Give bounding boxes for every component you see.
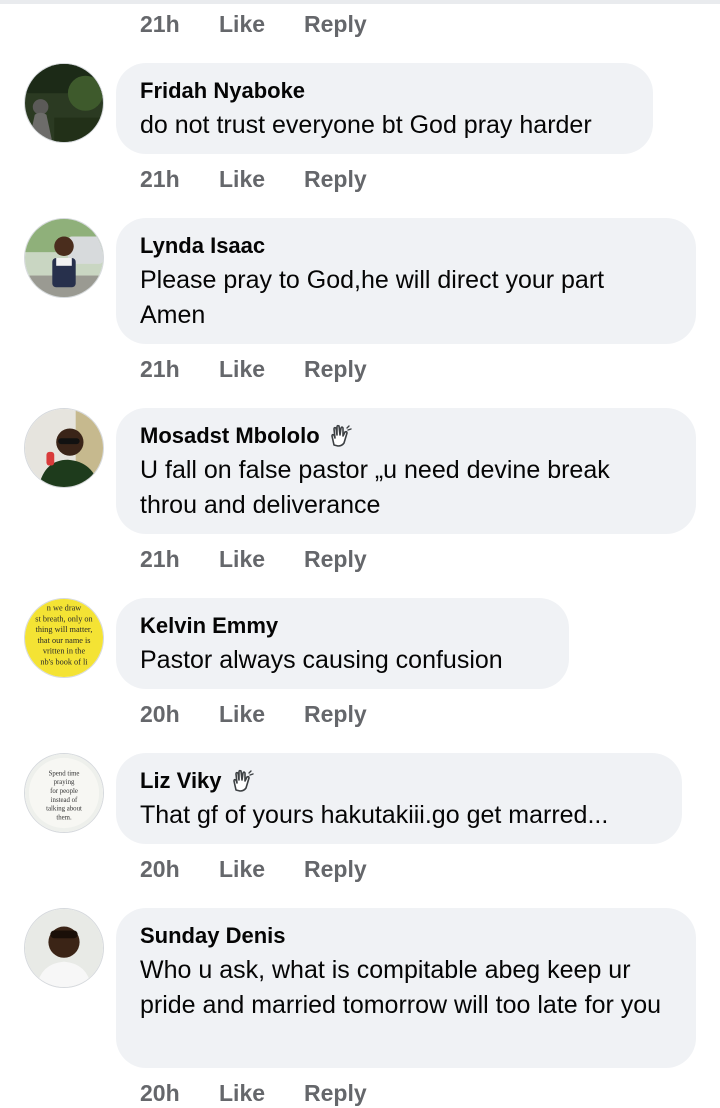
- like-button[interactable]: Like: [219, 701, 304, 728]
- commenter-name[interactable]: Kelvin Emmy: [140, 611, 545, 641]
- avatar-quote-line: thing will matter,: [36, 625, 93, 634]
- photo-silhouette-icon: [25, 64, 103, 142]
- comment-text: Who u ask, what is compitable abeg keep …: [140, 956, 662, 1019]
- avatar-quote-line: instead of: [51, 797, 78, 804]
- comment-text: do not trust everyone bt God pray harder: [140, 111, 592, 139]
- reply-button[interactable]: Reply: [304, 356, 367, 383]
- quote-card-icon: n we draw st breath, only on thing will …: [25, 599, 103, 677]
- reply-button[interactable]: Reply: [304, 166, 367, 193]
- like-button[interactable]: Like: [219, 166, 304, 193]
- avatar[interactable]: n we draw st breath, only on thing will …: [24, 598, 104, 678]
- comment-bubble: Liz Viky That gf of yours hakutakiii.go …: [116, 753, 682, 844]
- comment-meta-row: 20h Like Reply: [140, 854, 367, 884]
- commenter-name[interactable]: Liz Viky: [140, 766, 658, 796]
- like-button[interactable]: Like: [219, 856, 304, 883]
- like-button[interactable]: Like: [219, 11, 304, 38]
- avatar[interactable]: [24, 908, 104, 988]
- comment-meta-row: 21h Like Reply: [140, 544, 367, 574]
- avatar[interactable]: Spend time praying for people instead of…: [24, 753, 104, 833]
- comment-bubble: Sunday Denis Who u ask, what is compitab…: [116, 908, 696, 1068]
- comment-time: 21h: [140, 545, 180, 572]
- avatar-quote-line: for people: [50, 788, 78, 795]
- wave-badge-icon: [330, 424, 352, 447]
- avatar-quote-line: vritten in the: [43, 647, 86, 656]
- photo-man-sunglasses-icon: [25, 409, 103, 487]
- avatar[interactable]: [24, 63, 104, 143]
- avatar-quote-line: that our name is: [37, 636, 90, 645]
- avatar-quote-line: nb's book of li: [40, 657, 88, 666]
- comment-time: 20h: [140, 700, 180, 727]
- comment-time: 20h: [140, 855, 180, 882]
- comment-time: 20h: [140, 1079, 180, 1106]
- comment-text: Pastor always causing confusion: [140, 646, 503, 674]
- comment-text: That gf of yours hakutakiii.go get marre…: [140, 801, 609, 829]
- comment-bubble: Lynda Isaac Please pray to God,he will d…: [116, 218, 696, 344]
- comment-bubble: Kelvin Emmy Pastor always causing confus…: [116, 598, 569, 689]
- comment-meta-row: 20h Like Reply: [140, 1078, 367, 1108]
- comment-meta-row: 21h Like Reply: [140, 354, 367, 384]
- commenter-name[interactable]: Fridah Nyaboke: [140, 76, 629, 106]
- commenter-name[interactable]: Lynda Isaac: [140, 231, 672, 261]
- comment-meta-row: 21h Like Reply: [140, 164, 367, 194]
- avatar-quote-line: Spend time: [49, 770, 80, 777]
- avatar[interactable]: [24, 218, 104, 298]
- comment-bubble: Mosadst Mbololo U fall on false pastor „…: [116, 408, 696, 534]
- comment-time: 21h: [140, 355, 180, 382]
- reply-button[interactable]: Reply: [304, 1080, 367, 1107]
- avatar[interactable]: [24, 408, 104, 488]
- photo-child-icon: [25, 219, 103, 297]
- avatar-quote-line: talking about: [46, 806, 82, 813]
- comment-time: 21h: [140, 165, 180, 192]
- wave-badge-icon: [232, 769, 254, 792]
- reply-button[interactable]: Reply: [304, 546, 367, 573]
- comment-time: 21h: [140, 10, 180, 37]
- commenter-name[interactable]: Mosadst Mbololo: [140, 421, 672, 451]
- avatar-quote-line: them.: [56, 814, 72, 821]
- quote-card-icon: Spend time praying for people instead of…: [25, 754, 103, 832]
- comment-meta-row: 21h Like Reply: [140, 9, 367, 39]
- top-divider: [0, 0, 720, 4]
- like-button[interactable]: Like: [219, 1080, 304, 1107]
- commenter-name[interactable]: Sunday Denis: [140, 921, 672, 951]
- comment-text: U fall on false pastor „u need devine br…: [140, 456, 610, 519]
- like-button[interactable]: Like: [219, 546, 304, 573]
- avatar-quote-line: st breath, only on: [35, 614, 92, 623]
- comment-bubble: Fridah Nyaboke do not trust everyone bt …: [116, 63, 653, 154]
- reply-button[interactable]: Reply: [304, 11, 367, 38]
- avatar-quote-line: n we draw: [47, 604, 81, 613]
- photo-man-portrait-icon: [25, 909, 103, 987]
- comment-text: Please pray to God,he will direct your p…: [140, 266, 605, 329]
- reply-button[interactable]: Reply: [304, 856, 367, 883]
- reply-button[interactable]: Reply: [304, 701, 367, 728]
- comment-meta-row: 20h Like Reply: [140, 699, 367, 729]
- avatar-quote-line: praying: [54, 779, 75, 786]
- like-button[interactable]: Like: [219, 356, 304, 383]
